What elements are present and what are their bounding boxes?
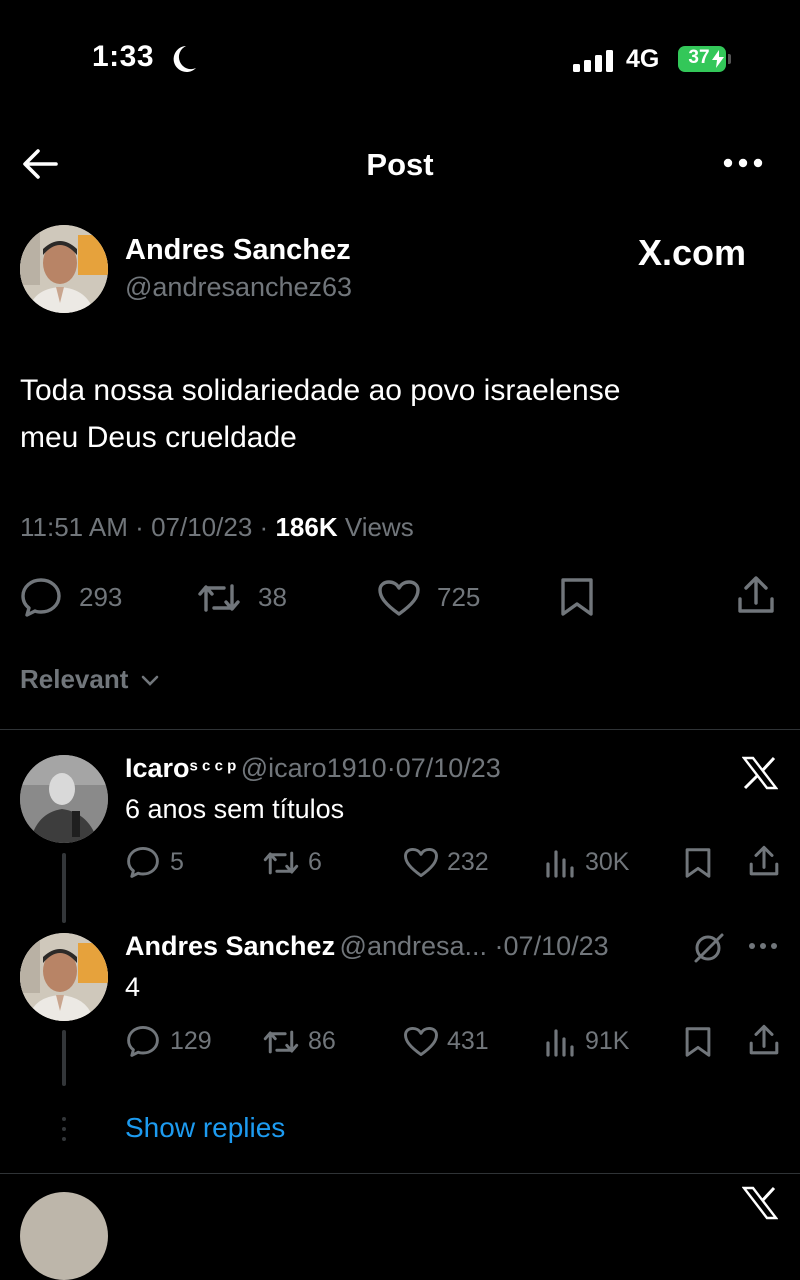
views-label: Views [344,512,414,542]
separator-dot: · [487,931,504,961]
thread-dots-icon [62,1116,66,1142]
reply-header: Andres Sanchez @andresa... ·07/10/23 [125,931,609,962]
sort-dropdown[interactable]: Relevant [20,664,160,695]
reply-author-handle[interactable]: @icaro1910 [241,753,387,783]
thread-line [62,853,66,923]
reply-header: Icaros c c p @icaro1910·07/10/23 [125,753,501,784]
reply-count: 293 [79,582,123,612]
reply-author-name[interactable]: Andres Sanchez [125,931,335,961]
views-icon[interactable] [545,848,575,878]
bookmark-icon[interactable] [559,577,595,617]
bookmark-icon[interactable] [684,1026,712,1058]
reply-name-suffix: s c c p [189,757,237,775]
reply-author-name[interactable]: Icaro [125,753,190,783]
post-text: Toda nossa solidariedade ao povo israele… [20,367,760,461]
views-icon[interactable] [545,1027,575,1057]
reply-avatar[interactable] [20,933,108,1021]
network-label: 4G [626,45,660,73]
separator-dot: · [386,753,396,783]
hidden-reply-icon [692,932,726,964]
views-count: 30K [585,848,630,876]
repost-icon[interactable] [262,848,300,878]
reply-avatar[interactable] [20,1192,108,1280]
like-icon[interactable] [403,1026,439,1057]
reply-avatar[interactable] [20,755,108,843]
chevron-down-icon [141,675,158,686]
views-count: 186K [275,512,338,542]
source-watermark: X.com [638,232,747,273]
like-count: 431 [447,1027,489,1055]
like-count: 232 [447,848,489,876]
signal-icon [573,50,615,72]
more-options-icon[interactable] [722,155,764,171]
page-title: Post [366,147,434,182]
show-replies-link[interactable]: Show replies [125,1112,285,1144]
charging-bolt-icon [712,50,724,68]
post-time: 11:51 AM [20,512,128,542]
reply-count: 5 [170,848,184,876]
reply-text: 6 anos sem títulos [125,794,345,824]
author-name[interactable]: Andres Sanchez [125,234,351,267]
divider [0,729,800,730]
views-count: 91K [585,1027,630,1055]
x-logo-icon [742,1186,778,1220]
author-handle[interactable]: @andresanchez63 [125,272,352,303]
more-options-icon[interactable] [748,940,778,952]
battery-nub [728,54,731,64]
repost-count: 38 [258,582,287,612]
x-logo-icon [742,756,778,790]
reply-icon[interactable] [126,846,160,878]
post-date: 07/10/23 [151,512,253,542]
like-icon[interactable] [403,847,439,878]
moon-icon [172,44,198,74]
share-icon[interactable] [748,1024,780,1056]
share-icon[interactable] [736,575,776,615]
status-time: 1:33 [92,40,155,73]
repost-icon[interactable] [196,580,242,616]
repost-count: 6 [308,848,322,876]
separator-dot: · [259,512,269,542]
reply-date: 07/10/23 [503,931,609,961]
repost-count: 86 [308,1027,336,1055]
divider [0,1173,800,1174]
share-icon[interactable] [748,845,780,877]
reply-date: 07/10/23 [395,753,501,783]
repost-icon[interactable] [262,1027,300,1057]
reply-count: 129 [170,1027,212,1055]
bookmark-icon[interactable] [684,847,712,879]
separator-dot: · [135,512,144,542]
like-count: 725 [437,582,481,612]
thread-line [62,1030,66,1086]
reply-icon[interactable] [126,1025,160,1057]
post-meta: 11:51 AM · 07/10/23 · 186K Views [20,512,414,543]
reply-author-handle[interactable]: @andresa... [340,931,488,961]
reply-icon[interactable] [20,577,62,617]
post-text-line: meu Deus crueldade [20,421,297,454]
author-avatar[interactable] [20,225,108,313]
post-text-line: Toda nossa solidariedade ao povo israele… [20,374,621,407]
like-icon[interactable] [377,579,421,617]
sort-label: Relevant [20,664,129,694]
reply-text: 4 [125,972,141,1002]
